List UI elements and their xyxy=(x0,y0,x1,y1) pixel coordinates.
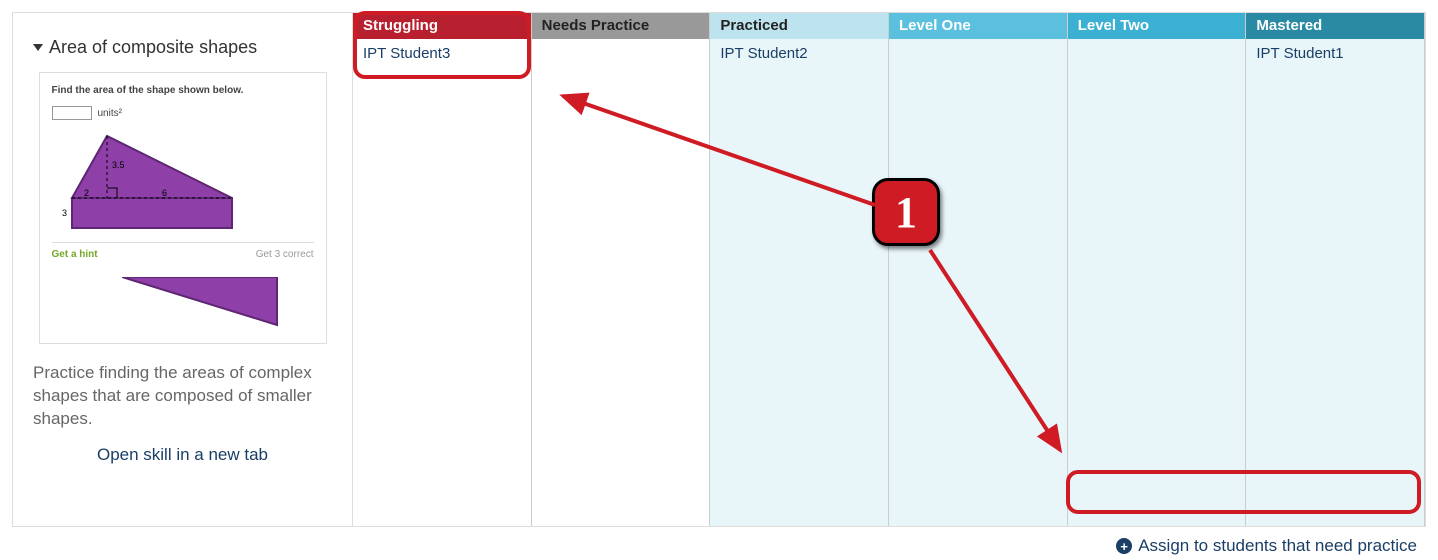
student-link[interactable]: IPT Student1 xyxy=(1256,45,1414,62)
skill-header[interactable]: Area of composite shapes xyxy=(33,37,332,58)
dim-b: 2 xyxy=(84,188,89,198)
preview-bottom-shape xyxy=(52,277,314,331)
column-body-practiced: IPT Student2 xyxy=(710,39,888,526)
skill-title: Area of composite shapes xyxy=(49,37,257,58)
student-link[interactable]: IPT Student2 xyxy=(720,45,878,62)
hint-row: Get a hint Get 3 correct xyxy=(52,242,314,260)
composite-shape-icon: 3.5 2 6 3 xyxy=(52,128,252,238)
skill-sidebar: Area of composite shapes Find the area o… xyxy=(13,13,353,526)
preview-question: Find the area of the shape shown below. xyxy=(52,85,314,96)
plus-circle-icon: + xyxy=(1116,538,1132,554)
column-practiced: Practiced IPT Student2 xyxy=(710,13,889,526)
column-header-level1: Level One xyxy=(889,13,1067,39)
skill-report-panel: Area of composite shapes Find the area o… xyxy=(12,12,1426,527)
answer-input-placeholder[interactable] xyxy=(52,106,92,120)
preview-top: Find the area of the shape shown below. … xyxy=(52,85,314,260)
column-level-one: Level One xyxy=(889,13,1068,526)
column-body-struggling: IPT Student3 xyxy=(353,39,531,526)
column-body-level1 xyxy=(889,39,1067,526)
column-level-two: Level Two xyxy=(1068,13,1247,526)
student-link[interactable]: IPT Student3 xyxy=(363,45,521,62)
annotation-badge-1: 1 xyxy=(872,178,940,246)
get-correct-label: Get 3 correct xyxy=(256,249,314,260)
skill-preview-card: Find the area of the shape shown below. … xyxy=(39,72,327,344)
units-label: units² xyxy=(98,108,122,119)
get-hint-link[interactable]: Get a hint xyxy=(52,249,98,260)
dim-a: 3.5 xyxy=(112,160,125,170)
answer-row: units² xyxy=(52,106,314,120)
dim-d: 3 xyxy=(62,208,67,218)
mastery-grid: Struggling IPT Student3 Needs Practice P… xyxy=(353,13,1425,526)
column-mastered: Mastered IPT Student1 xyxy=(1246,13,1425,526)
dim-c: 6 xyxy=(162,188,167,198)
column-header-practiced: Practiced xyxy=(710,13,888,39)
skill-description: Practice finding the areas of complex sh… xyxy=(33,362,332,431)
column-header-struggling: Struggling xyxy=(353,13,531,39)
column-needs-practice: Needs Practice xyxy=(532,13,711,526)
column-header-level2: Level Two xyxy=(1068,13,1246,39)
column-struggling: Struggling IPT Student3 xyxy=(353,13,532,526)
column-header-needs: Needs Practice xyxy=(532,13,710,39)
triangle-shape-icon xyxy=(122,277,282,331)
caret-down-icon xyxy=(33,44,43,51)
assign-label: Assign to students that need practice xyxy=(1138,536,1417,556)
open-skill-link[interactable]: Open skill in a new tab xyxy=(33,445,332,465)
column-body-mastered: IPT Student1 xyxy=(1246,39,1424,526)
shape-area: 3.5 2 6 3 xyxy=(52,128,314,238)
column-body-level2 xyxy=(1068,39,1246,526)
column-header-mastered: Mastered xyxy=(1246,13,1424,39)
column-body-needs xyxy=(532,39,710,526)
